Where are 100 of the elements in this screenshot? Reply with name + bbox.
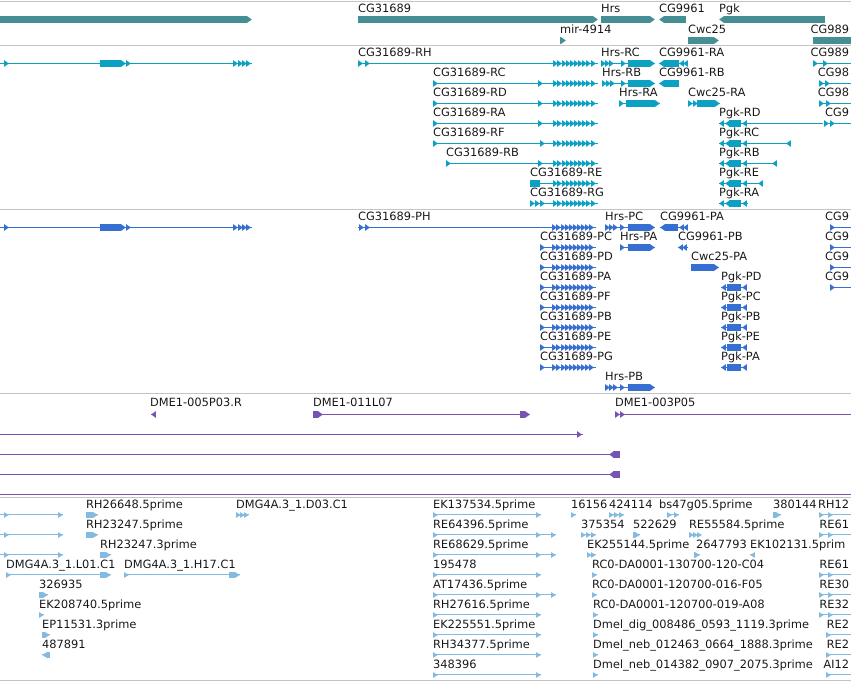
feature-label: RE68629.5prime xyxy=(433,538,528,551)
feature-label: Hrs-PA xyxy=(620,230,658,243)
feature-label: Dmel_neb_012463_0664_1888.3prime xyxy=(593,638,813,651)
feature-label: bs47g05.5prime xyxy=(659,498,752,511)
feature-label: RE55584.5prime xyxy=(689,518,784,531)
feature-label: Pgk-RA xyxy=(719,186,760,199)
feature-label: Cwc25 xyxy=(688,23,726,36)
feature-label: RH23247.3prime xyxy=(100,538,197,551)
feature-label: RE61 xyxy=(819,518,849,531)
feature-label: CG31689-PC xyxy=(540,230,612,243)
feature-label: CG31689-PB xyxy=(540,310,612,323)
feature-label: RE2 xyxy=(826,618,849,631)
feature-label: CG31689-RA xyxy=(433,106,506,119)
feature-label: Pgk-PC xyxy=(721,290,761,303)
feature-label: Pgk-RC xyxy=(719,126,760,139)
feature-label: EP11531.3prime xyxy=(42,618,136,631)
feature-label: CG9961-PA xyxy=(660,210,724,223)
feature-label: mir-4914 xyxy=(560,23,612,36)
feature-label: EK102131.5prim xyxy=(750,538,846,551)
feature-label: CG31689-RF xyxy=(433,126,505,139)
feature-label: CG31689-RD xyxy=(433,86,507,99)
feature-label: Hrs-RC xyxy=(601,46,640,59)
feature-label: Hrs-RA xyxy=(619,86,658,99)
feature-label: RE32 xyxy=(819,598,849,611)
feature-label: CG31689-RG xyxy=(530,186,604,199)
feature-label: Hrs-PC xyxy=(605,210,644,223)
feature-label: Pgk-RE xyxy=(719,166,759,179)
feature-label: RH23247.5prime xyxy=(86,518,183,531)
feature-label: RE61 xyxy=(819,558,849,571)
feature-label: RE64396.5prime xyxy=(433,518,528,531)
feature-label: Cwc25-PA xyxy=(691,250,748,263)
feature-label: RC0-DA0001-120700-016-F05 xyxy=(592,578,763,591)
feature-label: CG9 xyxy=(824,230,849,243)
feature-label: CG31689-PD xyxy=(540,250,613,263)
feature-label: Pgk xyxy=(719,2,740,15)
feature-label: CG9961 xyxy=(659,2,705,15)
feature-label: CG31689-PG xyxy=(540,350,613,363)
feature-label: CG31689-PH xyxy=(358,210,431,223)
feature-label: DME1-011L07 xyxy=(313,396,393,409)
feature-label: RH26648.5prime xyxy=(86,498,183,511)
feature-label: CG31689-RB xyxy=(446,146,519,159)
feature-label: CG989 xyxy=(810,23,849,36)
feature-label: Pgk-PA xyxy=(721,350,760,363)
feature-label: Pgk-RB xyxy=(719,146,760,159)
feature-label: CG31689-RC xyxy=(433,66,506,79)
feature-label: EK225551.5prime xyxy=(433,618,536,631)
feature-label: CG9 xyxy=(824,250,849,263)
feature-label: CG31689-RE xyxy=(530,166,602,179)
feature-label: Hrs xyxy=(601,2,620,15)
feature-label: AI12 xyxy=(823,658,849,671)
feature-label: CG9961-RA xyxy=(659,46,724,59)
feature-label: Dmel_dig_008486_0593_1119.3prime xyxy=(593,618,809,631)
feature-label: Pgk-PE xyxy=(721,330,760,343)
feature-label: CG98 xyxy=(818,66,849,79)
feature-label: Cwc25-RA xyxy=(688,86,746,99)
feature-label: 326935 xyxy=(39,578,82,591)
feature-label: CG98 xyxy=(818,86,849,99)
feature-label: DMG4A.3_1.D03.C1 xyxy=(236,498,348,511)
feature-label: 522629 xyxy=(633,518,676,531)
feature-label: CG9 xyxy=(824,106,849,119)
feature-label: DMG4A.3_1.L01.C1 xyxy=(6,558,116,571)
feature-label: CG31689-PA xyxy=(540,270,612,283)
feature-label: RH12 xyxy=(818,498,849,511)
feature-label: CG31689-PF xyxy=(540,290,611,303)
feature-label: RC0-DA0001-120700-019-A08 xyxy=(593,598,765,611)
feature-label: 348396 xyxy=(433,658,476,671)
feature-label: Hrs-RB xyxy=(602,66,642,79)
feature-label: RH27616.5prime xyxy=(433,598,530,611)
feature-label: EK208740.5prime xyxy=(39,598,142,611)
feature-label: AT17436.5prime xyxy=(433,578,528,591)
feature-label: 487891 xyxy=(42,638,86,651)
feature-label: DME1-005P03.R xyxy=(150,396,242,409)
feature-label: 380144 xyxy=(773,498,816,511)
feature-label: CG9961-RB xyxy=(659,66,725,79)
feature-label: 424114 xyxy=(609,498,652,511)
feature-label: Pgk-PB xyxy=(721,310,760,323)
feature-label: RH34377.5prime xyxy=(433,638,530,651)
feature-label: CG31689 xyxy=(358,2,412,15)
feature-label: RE30 xyxy=(819,578,849,591)
feature-label: Pgk-PD xyxy=(721,270,762,283)
feature-label: Hrs-PB xyxy=(605,370,643,383)
feature-label: EK137534.5prime xyxy=(433,498,536,511)
feature-label: CG9 xyxy=(824,210,849,223)
feature-label: EK255144.5prime xyxy=(587,538,690,551)
feature-label: CG9 xyxy=(824,270,849,283)
feature-label: DMG4A.3_1.H17.C1 xyxy=(124,558,236,571)
feature-label: Pgk-RD xyxy=(719,106,760,119)
feature-label: RC0-DA0001-130700-120-C04 xyxy=(592,558,764,571)
feature-label: DME1-003P05 xyxy=(615,396,696,409)
feature-label: 16156 xyxy=(571,498,608,511)
feature-label: 2647793 xyxy=(696,538,747,551)
gene-bar xyxy=(813,37,851,44)
feature-label: Dmel_neb_014382_0907_2075.3prime xyxy=(593,658,813,671)
feature-label: CG31689-PE xyxy=(540,330,612,343)
feature-label: CG9961-PB xyxy=(678,230,743,243)
feature-label: CG31689-RH xyxy=(358,46,432,59)
feature-label: CG989 xyxy=(810,46,849,59)
feature-label: 195478 xyxy=(433,558,476,571)
feature-label: 375354 xyxy=(581,518,624,531)
feature-label: RE2 xyxy=(826,638,849,651)
